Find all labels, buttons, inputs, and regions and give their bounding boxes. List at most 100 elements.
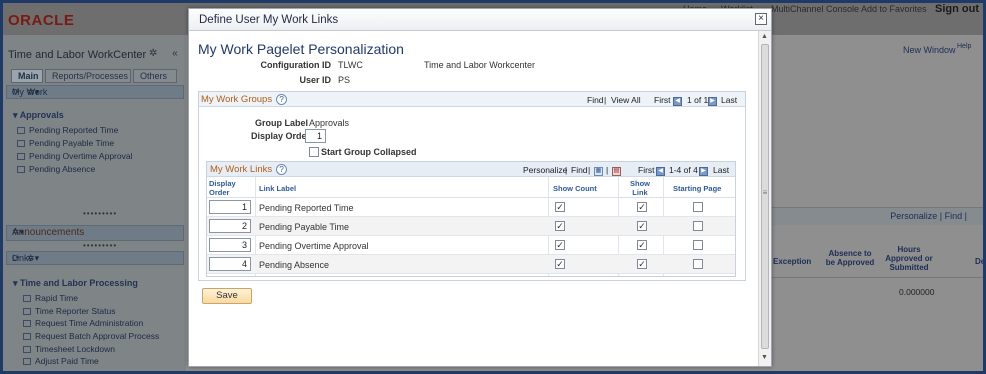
my-work-groups-box: My Work Groups? Find | View All First ◀ … (198, 91, 746, 281)
links-item[interactable]: Time Reporter Status (23, 306, 115, 316)
personalize-link[interactable]: Personalize (523, 165, 567, 175)
col-display-order[interactable]: Display Order (209, 179, 239, 197)
settings-icon[interactable]: ✲ (149, 48, 157, 59)
help-icon[interactable]: ? (276, 94, 288, 105)
document-icon (23, 320, 31, 327)
multichannel-console-link[interactable]: MultiChannel Console (771, 4, 859, 14)
links-item-label: Rapid Time (35, 293, 78, 303)
announcements-controls[interactable]: ✲▾ (12, 227, 177, 238)
my-work-groups-header: My Work Groups? Find | View All First ◀ … (199, 92, 745, 107)
col-show-count[interactable]: Show Count (553, 184, 597, 193)
show-link-checkbox[interactable]: ✓ (637, 202, 647, 212)
collapse-icon[interactable]: « (172, 48, 178, 59)
my-work-groups-title-text: My Work Groups (201, 94, 273, 105)
my-work-item[interactable]: Pending Overtime Approval (17, 151, 132, 161)
document-icon (17, 153, 25, 160)
personalize-find-links[interactable]: Personalize | Find | (890, 211, 967, 221)
links-item[interactable]: Rapid Time (23, 293, 78, 303)
col-exception: Exception (773, 257, 812, 266)
show-count-checkbox[interactable]: ✓ (555, 202, 565, 212)
display-order-input[interactable]: 4 (209, 257, 251, 271)
view-icon[interactable]: ▦ (594, 163, 603, 176)
hours-value: 0.000000 (899, 287, 935, 297)
col-show-link[interactable]: Show Link (628, 179, 652, 197)
document-icon (17, 140, 25, 147)
my-work-controls[interactable]: ⟳ ✲▾ (12, 87, 177, 98)
dialog-scrollbar[interactable]: ▲ ≡ ▼ (758, 31, 771, 366)
start-group-collapsed-checkbox[interactable] (309, 147, 319, 157)
sign-out-link[interactable]: Sign out (935, 3, 979, 15)
time-labor-processing-group[interactable]: ▾ Time and Labor Processing (13, 278, 138, 289)
my-work-item[interactable]: Pending Payable Time (17, 138, 114, 148)
links-item[interactable]: Timesheet Lockdown (23, 344, 115, 354)
last-label: Last (713, 165, 730, 175)
show-count-checkbox[interactable]: ✓ (555, 221, 565, 231)
links-item[interactable]: Request Batch Approval Process (23, 331, 159, 341)
first-arrow-icon[interactable]: ◀ (656, 163, 665, 176)
links-item[interactable]: Request Time Administration (23, 318, 143, 328)
starting-page-checkbox[interactable] (693, 240, 703, 250)
col-de: De (975, 257, 983, 266)
my-work-header[interactable]: My Work ⟳ ✲▾ (6, 85, 184, 99)
tab-others[interactable]: Others (133, 69, 177, 83)
col-link-label[interactable]: Link Label (259, 184, 296, 193)
my-work-item[interactable]: Pending Reported Time (17, 125, 118, 135)
download-icon[interactable]: ▤ (612, 163, 621, 176)
col-starting-page[interactable]: Starting Page (673, 184, 721, 193)
workcenter-left-panel: Time and Labor WorkCenter ✲ « Main Repor… (3, 35, 186, 371)
starting-page-checkbox[interactable] (693, 259, 703, 269)
links-item[interactable]: Adjust Paid Time (23, 356, 99, 366)
find-link[interactable]: Find (587, 95, 604, 105)
last-arrow-icon[interactable]: ▶ (708, 93, 717, 106)
show-link-checkbox[interactable]: ✓ (637, 221, 647, 231)
help-link[interactable]: Help (957, 43, 971, 50)
document-icon (17, 166, 25, 173)
divider (769, 277, 983, 278)
help-icon[interactable]: ? (276, 164, 288, 175)
link-label-text: Pending Absence (259, 260, 330, 270)
configuration-description: Time and Labor Workcenter (424, 60, 536, 70)
my-work-links-title-text: My Work Links (210, 164, 273, 175)
new-window-link[interactable]: New Window (903, 45, 956, 55)
display-order-input[interactable]: 1 (305, 129, 326, 143)
first-arrow-icon[interactable]: ◀ (673, 93, 682, 106)
show-link-checkbox[interactable]: ✓ (637, 240, 647, 250)
workcenter-title: Time and Labor WorkCenter (8, 49, 147, 61)
display-order-input[interactable]: 3 (209, 238, 251, 252)
view-all-link[interactable]: View All (611, 95, 641, 105)
dialog-title-bar[interactable]: Define User My Work Links × (189, 9, 771, 31)
display-order-input[interactable]: 2 (209, 219, 251, 233)
links-header[interactable]: Links ⟳ ✲▾ (6, 251, 184, 265)
table-row: 4 Pending Absence ✓ ✓ (207, 255, 735, 274)
document-icon (23, 295, 31, 302)
show-count-checkbox[interactable]: ✓ (555, 259, 565, 269)
last-arrow-icon[interactable]: ▶ (699, 163, 708, 176)
show-count-checkbox[interactable]: ✓ (555, 240, 565, 250)
tab-main[interactable]: Main (11, 69, 43, 83)
display-order-input[interactable]: 1 (209, 200, 251, 214)
add-to-favorites-link[interactable]: Add to Favorites (861, 4, 927, 14)
link-label-text: Pending Payable Time (259, 222, 350, 232)
resize-handle[interactable]: ••••••••• (83, 209, 117, 218)
save-button[interactable]: Save (202, 288, 252, 304)
document-icon (23, 358, 31, 365)
close-icon[interactable]: × (755, 13, 767, 25)
scroll-up-icon[interactable]: ▲ (761, 33, 768, 40)
links-item-label: Request Batch Approval Process (35, 331, 160, 341)
scroll-down-icon[interactable]: ▼ (761, 354, 768, 361)
workcenter-controls: ✲ « (149, 48, 178, 59)
scrollbar-thumb[interactable]: ≡ (761, 44, 769, 349)
starting-page-checkbox[interactable] (693, 221, 703, 231)
resize-handle[interactable]: ••••••••• (83, 241, 117, 250)
approvals-group-label[interactable]: ▾ Approvals (13, 110, 64, 121)
starting-page-checkbox[interactable] (693, 202, 703, 212)
configuration-id-value: TLWC (338, 60, 363, 70)
links-controls[interactable]: ⟳ ✲▾ (12, 253, 177, 264)
show-link-checkbox[interactable]: ✓ (637, 259, 647, 269)
my-work-item[interactable]: Pending Absence (17, 164, 95, 174)
first-label: First (654, 95, 671, 105)
tab-reports-processes[interactable]: Reports/Processes (45, 69, 131, 83)
oracle-logo: ORACLE (8, 12, 75, 29)
announcements-header[interactable]: Announcements ✲▾ (6, 225, 184, 241)
find-link[interactable]: Find (571, 165, 588, 175)
